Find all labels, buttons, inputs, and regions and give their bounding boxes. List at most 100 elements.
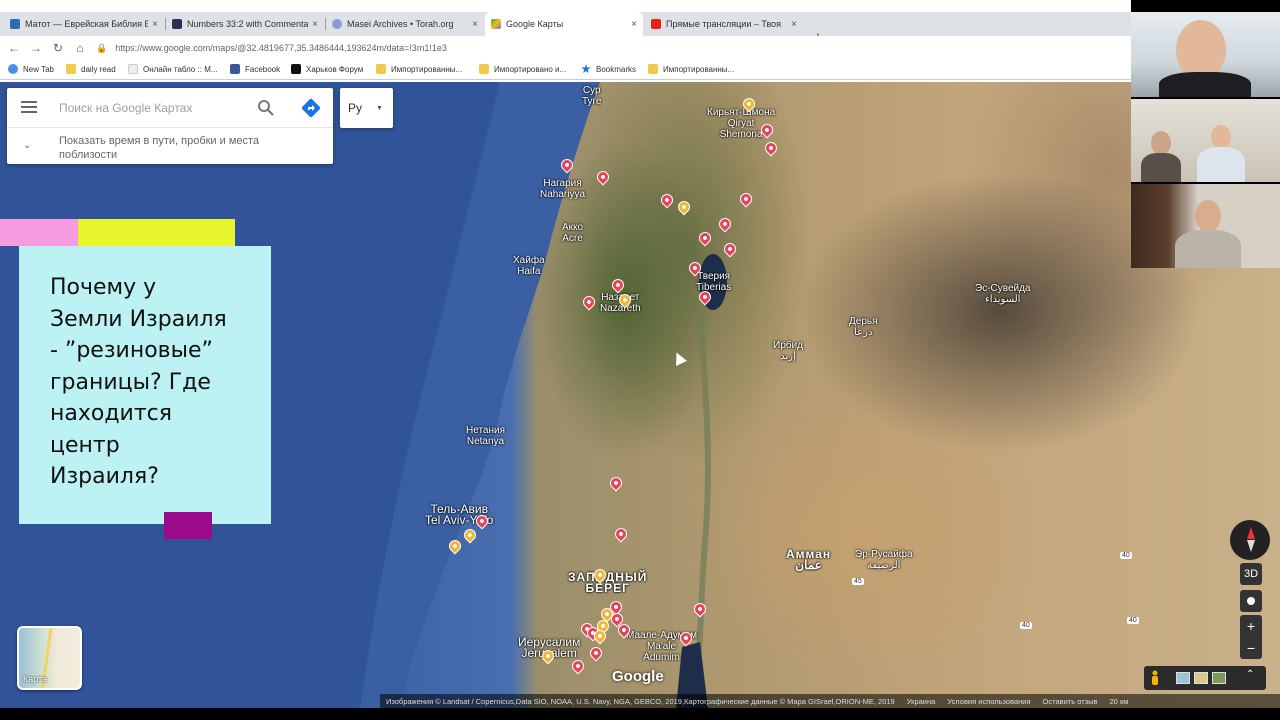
terms-link[interactable]: Условия использования bbox=[947, 697, 1030, 706]
place-irbid[interactable]: Ирбид إربد bbox=[773, 340, 803, 362]
place-daraa[interactable]: Дерья درعا bbox=[849, 316, 878, 338]
place-label: Ирбид إربد bbox=[773, 340, 803, 362]
bookmark-icon bbox=[8, 64, 18, 74]
bookmark-label: New Tab bbox=[23, 64, 54, 74]
bookmark-label: Facebook bbox=[245, 64, 281, 74]
place-west-bank[interactable]: ЗАПАДНЫЙ БЕРЕГ bbox=[568, 571, 647, 594]
place-amman[interactable]: Амман عمان bbox=[786, 548, 831, 571]
lock-icon: 🔒 bbox=[96, 42, 108, 53]
satellite-map[interactable]: Сур Tyre Кирьят-Шмона Qiryat Shemona Наг… bbox=[0, 82, 1280, 708]
place-label: Нагария Nahariyya bbox=[540, 178, 586, 200]
road-badge: 40 bbox=[1120, 552, 1132, 559]
expand-icon[interactable]: ⌃ bbox=[1246, 669, 1254, 680]
tab-favicon bbox=[10, 19, 20, 29]
road-badge: 40 bbox=[1020, 622, 1032, 629]
bookmark-imported-3[interactable]: Импортированны... bbox=[648, 60, 734, 78]
tab-numbers[interactable]: Numbers 33:2 with Commentary × bbox=[166, 12, 324, 36]
person-body bbox=[1197, 147, 1245, 182]
decor-bar-pink bbox=[0, 219, 78, 246]
person-body bbox=[1175, 230, 1241, 268]
tab-title: Numbers 33:2 with Commentary bbox=[187, 19, 309, 29]
feedback-link[interactable]: Оставить отзыв bbox=[1043, 697, 1098, 706]
person-head bbox=[1211, 125, 1231, 149]
bookmark-new-tab[interactable]: New Tab bbox=[8, 60, 54, 78]
zoom-in-button[interactable]: + bbox=[1247, 615, 1255, 637]
layer-toggle[interactable]: Карта bbox=[17, 626, 82, 690]
location-icon bbox=[1247, 597, 1255, 605]
place-tiberias[interactable]: Тверия Tiberias bbox=[696, 271, 731, 293]
bookmark-daily-read[interactable]: daily read bbox=[66, 60, 116, 78]
google-logo: Google bbox=[612, 668, 664, 685]
close-icon[interactable]: × bbox=[152, 19, 158, 30]
bookmark-facebook[interactable]: Facebook bbox=[230, 60, 280, 78]
zoom-controls: + − bbox=[1240, 615, 1262, 659]
caret-down-icon: ▼ bbox=[376, 104, 383, 112]
directions-icon[interactable] bbox=[301, 98, 321, 118]
place-as-suwayda[interactable]: Эс-Сувейда السويداء bbox=[975, 283, 1030, 305]
close-icon[interactable]: × bbox=[631, 19, 637, 30]
place-ar-rusayfa[interactable]: Эр-Русайфа الرصيفة bbox=[855, 549, 913, 571]
decor-bar-purple bbox=[164, 512, 212, 539]
country-link[interactable]: Украина bbox=[907, 697, 936, 706]
bookmark-bookmarks[interactable]: Bookmarks bbox=[581, 60, 636, 78]
reload-icon[interactable]: ↻ bbox=[50, 40, 66, 56]
three-d-button[interactable]: 3D bbox=[1240, 563, 1262, 585]
bookmark-imported-1[interactable]: Импортированны... bbox=[376, 60, 462, 78]
tab-favicon bbox=[172, 19, 182, 29]
bookmark-online-tablo[interactable]: Онлайн табло :: М... bbox=[128, 60, 218, 78]
pegman-icon[interactable] bbox=[1150, 670, 1160, 686]
place-nahariyya[interactable]: Нагария Nahariyya bbox=[540, 178, 585, 200]
tab-live[interactable]: Прямые трансляции – Твоя × bbox=[645, 12, 803, 36]
terrain-thumb[interactable] bbox=[1194, 672, 1208, 684]
satellite-thumb[interactable] bbox=[1212, 672, 1226, 684]
place-label: Акко Acre bbox=[562, 222, 584, 244]
close-icon[interactable]: × bbox=[472, 19, 478, 30]
tab-strip: Матот — Еврейская Библия Бе × Numbers 33… bbox=[0, 12, 1131, 44]
traffic-toggle-row[interactable]: ⌄ Показать время в пути, пробки и места … bbox=[7, 128, 333, 164]
my-location-button[interactable] bbox=[1240, 590, 1262, 612]
place-netanya[interactable]: Нетания Netanya bbox=[466, 425, 505, 447]
road-badge: 40 bbox=[1127, 617, 1139, 624]
place-tyre[interactable]: Сур Tyre bbox=[582, 85, 601, 107]
imagery-thumb[interactable] bbox=[1176, 672, 1190, 684]
url-text: https://www.google.com/maps/@32.4819677,… bbox=[115, 43, 447, 53]
bookmark-imported-2[interactable]: Импортировано и... bbox=[479, 60, 566, 78]
folder-icon bbox=[376, 64, 386, 74]
place-label: Дерья درعا bbox=[849, 316, 878, 338]
compass-icon[interactable] bbox=[1230, 520, 1270, 560]
address-bar[interactable]: 🔒 https://www.google.com/maps/@32.481967… bbox=[96, 38, 1126, 58]
back-icon[interactable]: ← bbox=[6, 40, 22, 56]
tab-title: Прямые трансляции – Твоя bbox=[666, 19, 782, 29]
bookmark-kharkov-forum[interactable]: Харьков Форум bbox=[291, 60, 363, 78]
close-icon[interactable]: × bbox=[312, 19, 318, 30]
slide-question: Почему у Земли Израиля - ”резиновые” гра… bbox=[50, 275, 227, 489]
zoom-out-button[interactable]: − bbox=[1247, 637, 1255, 659]
search-icon[interactable] bbox=[257, 99, 275, 117]
bookmark-icon bbox=[128, 64, 138, 74]
decor-bar-yellow bbox=[78, 219, 235, 246]
folder-icon bbox=[479, 64, 489, 74]
place-label: Эр-Русайфа الرصيفة bbox=[855, 549, 913, 571]
place-label: Эс-Сувейда السويداء bbox=[975, 283, 1031, 305]
bookmark-label: Bookmarks bbox=[596, 64, 637, 74]
place-haifa[interactable]: Хайфа Haifa bbox=[513, 255, 545, 277]
menu-icon[interactable] bbox=[21, 101, 37, 113]
search-input[interactable] bbox=[59, 99, 249, 117]
imagery-credit: Изображения © Landsat / Copernicus,Data … bbox=[386, 696, 895, 706]
close-icon[interactable]: × bbox=[791, 19, 797, 30]
place-acre[interactable]: Акко Acre bbox=[562, 222, 583, 244]
tab-masei[interactable]: Masei Archives • Torah.org × bbox=[326, 12, 484, 36]
language-select[interactable]: Ру ▼ bbox=[340, 88, 393, 128]
forward-icon[interactable]: → bbox=[28, 40, 44, 56]
home-icon[interactable]: ⌂ bbox=[72, 40, 88, 56]
person-head bbox=[1176, 20, 1226, 80]
tab-google-maps[interactable]: Google Карты × bbox=[485, 12, 643, 36]
chevron-down-icon[interactable]: ⌄ bbox=[23, 140, 31, 151]
attribution-bar: Изображения © Landsat / Copernicus,Data … bbox=[380, 694, 1280, 708]
tab-matot[interactable]: Матот — Еврейская Библия Бе × bbox=[4, 12, 164, 36]
browser-toolbar: ← → ↻ ⌂ 🔒 https://www.google.com/maps/@3… bbox=[0, 36, 1131, 60]
facebook-icon bbox=[230, 64, 240, 74]
tab-favicon bbox=[491, 19, 501, 29]
person-body bbox=[1141, 153, 1181, 182]
webcam-guest-2 bbox=[1131, 184, 1280, 268]
